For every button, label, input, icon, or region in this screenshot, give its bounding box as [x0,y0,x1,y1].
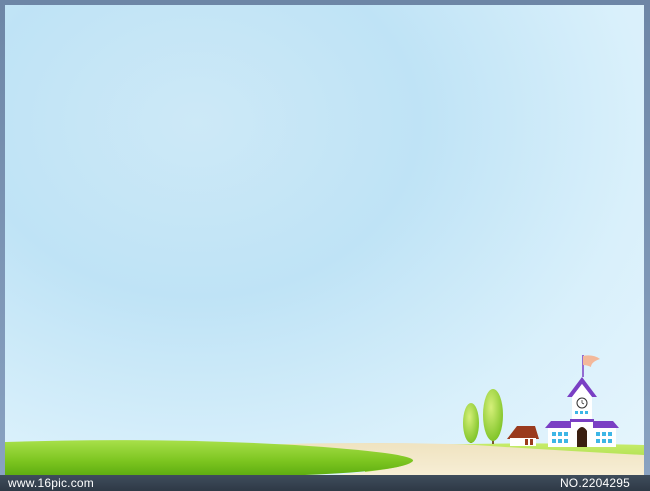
tree-icon [483,389,503,444]
tree-icon [463,403,479,443]
watermark-number: NO.2204295 [559,476,630,490]
school-icon [545,355,619,447]
house-icon [507,426,539,446]
landscape-scene [5,355,644,475]
flag-icon [582,355,600,377]
slide-canvas [5,5,644,475]
watermark-site: www.16pic.com [8,476,94,490]
clock-icon [576,397,588,409]
watermark-bar [0,475,650,491]
